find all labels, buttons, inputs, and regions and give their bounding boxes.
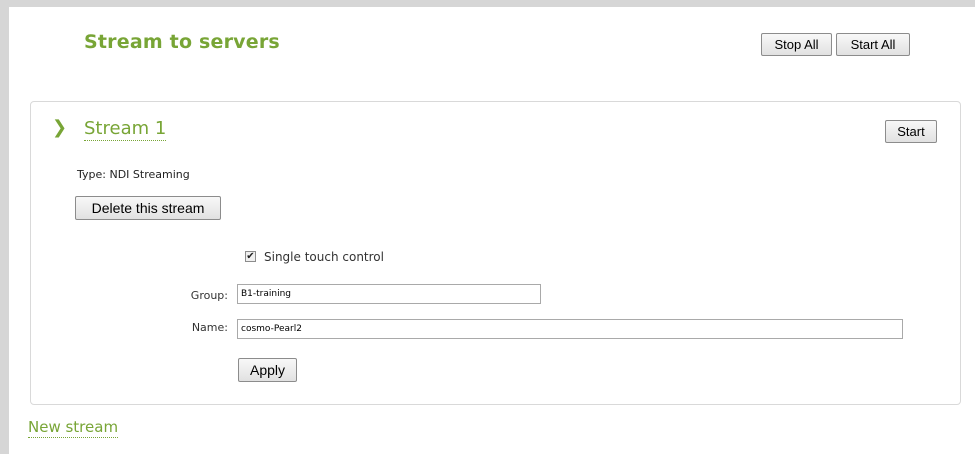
stream-panel [30, 101, 961, 405]
top-border [0, 0, 975, 7]
name-label: Name: [191, 321, 228, 334]
delete-stream-button[interactable]: Delete this stream [75, 196, 221, 220]
single-touch-checkbox[interactable]: ✔ [245, 251, 256, 262]
start-stream-button[interactable]: Start [885, 120, 937, 143]
stream-title-link[interactable]: Stream 1 [84, 118, 167, 141]
name-input[interactable] [237, 319, 903, 339]
single-touch-label: Single touch control [264, 250, 384, 264]
left-border [0, 0, 9, 454]
new-stream-link[interactable]: New stream [28, 418, 119, 438]
page-title: Stream to servers [84, 31, 280, 53]
group-input[interactable] [237, 284, 541, 304]
apply-button[interactable]: Apply [238, 358, 297, 382]
group-label: Group: [190, 289, 228, 302]
chevron-down-icon[interactable]: ❯ [52, 118, 67, 138]
start-all-button[interactable]: Start All [836, 33, 910, 56]
stream-type: Type: NDI Streaming [77, 168, 190, 181]
stop-all-button[interactable]: Stop All [761, 33, 832, 56]
